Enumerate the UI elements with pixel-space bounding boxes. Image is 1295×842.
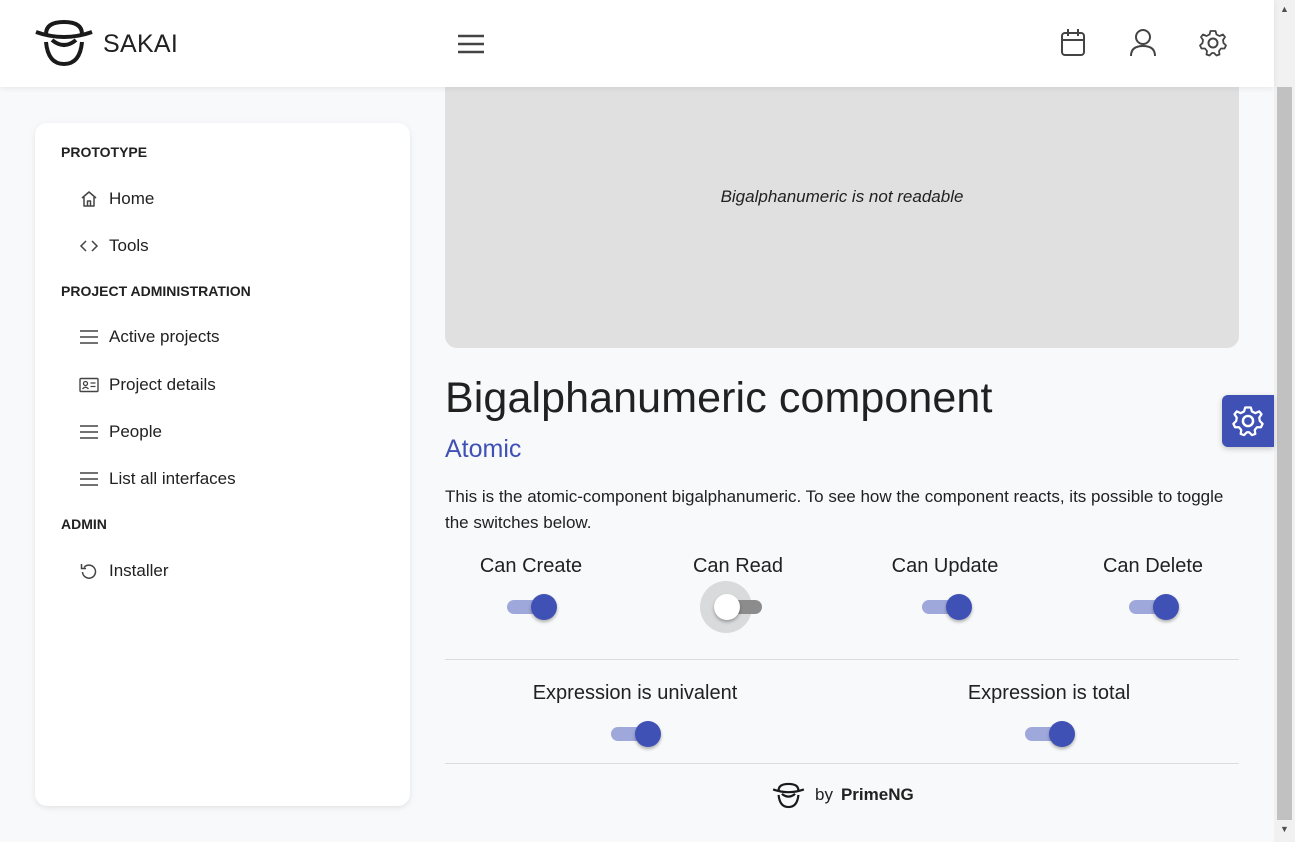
sidebar-item-people[interactable]: People [79, 417, 379, 447]
expression-total-group: Expression is total [899, 682, 1199, 705]
topbar: SAKAI [0, 0, 1274, 87]
footer: by PrimeNG [772, 780, 914, 810]
can-delete-group: Can Delete [1053, 555, 1253, 578]
sidebar: PROTOTYPE Home Tools PROJECT ADMINISTRAT… [35, 123, 410, 806]
calendar-icon[interactable] [1058, 27, 1088, 59]
sakai-logo-icon[interactable] [34, 20, 94, 66]
refresh-icon [79, 561, 99, 581]
toggle-knob [1153, 594, 1179, 620]
expression-total-label: Expression is total [967, 682, 1131, 704]
sidebar-item-label: Tools [109, 236, 149, 255]
scrollbar-thumb[interactable] [1277, 87, 1292, 820]
config-button[interactable] [1222, 395, 1274, 447]
sidebar-item-label: List all interfaces [109, 469, 236, 488]
toggle-knob [714, 594, 740, 620]
toggle-knob [531, 594, 557, 620]
sidebar-item-tools[interactable]: Tools [79, 231, 379, 261]
user-icon[interactable] [1128, 27, 1158, 59]
can-update-group: Can Update [845, 555, 1045, 578]
sidebar-item-active-projects[interactable]: Active projects [79, 322, 379, 352]
sidebar-item-label: Project details [109, 375, 216, 394]
scroll-down-arrow-icon[interactable]: ▼ [1274, 824, 1295, 838]
sidebar-item-project-details[interactable]: Project details [79, 370, 379, 400]
sidebar-item-label: Active projects [109, 327, 220, 346]
home-icon [79, 189, 99, 209]
can-create-label: Can Create [479, 555, 583, 577]
toggle-knob [1049, 721, 1075, 747]
expression-total-toggle[interactable] [1025, 721, 1075, 747]
can-update-label: Can Update [891, 555, 999, 577]
component-preview: Bigalphanumeric is not readable [445, 87, 1239, 348]
can-read-toggle[interactable] [714, 594, 762, 620]
sidebar-section-admin: ADMIN [61, 516, 107, 532]
bars-icon [79, 422, 99, 442]
hamburger-menu-icon[interactable] [455, 29, 487, 59]
footer-primeng-text: PrimeNG [840, 785, 914, 804]
expression-univalent-toggle[interactable] [611, 721, 661, 747]
scroll-up-arrow-icon[interactable]: ▲ [1274, 4, 1295, 18]
expression-univalent-label: Expression is univalent [532, 682, 738, 704]
sidebar-item-home[interactable]: Home [79, 184, 379, 214]
bars-icon [79, 327, 99, 347]
bars-icon [79, 469, 99, 489]
component-description: This is the atomic-component bigalphanum… [445, 487, 1224, 532]
expression-univalent-group: Expression is univalent [485, 682, 785, 705]
can-create-group: Can Create [431, 555, 631, 578]
id-card-icon [79, 375, 99, 395]
primeng-logo-icon [772, 782, 805, 808]
can-delete-label: Can Delete [1102, 555, 1204, 577]
sidebar-item-label: People [109, 422, 162, 441]
sidebar-item-list-all-interfaces[interactable]: List all interfaces [79, 464, 379, 494]
page-subtitle: Atomic [445, 435, 522, 463]
sidebar-section-project-administration: PROJECT ADMINISTRATION [61, 283, 251, 299]
can-read-label: Can Read [692, 555, 784, 577]
gear-icon[interactable] [1198, 27, 1228, 59]
preview-message: Bigalphanumeric is not readable [720, 187, 964, 206]
can-delete-toggle[interactable] [1129, 594, 1179, 620]
toggle-knob [946, 594, 972, 620]
toggle-knob [635, 721, 661, 747]
divider [445, 659, 1239, 660]
can-update-toggle[interactable] [922, 594, 972, 620]
can-create-toggle[interactable] [507, 594, 557, 620]
divider [445, 763, 1239, 764]
code-icon [79, 236, 99, 256]
footer-by-text: by [815, 785, 833, 804]
brand-name[interactable]: SAKAI [103, 30, 178, 59]
gear-icon [1232, 406, 1264, 437]
page-scrollbar[interactable]: ▲ ▼ [1274, 0, 1295, 842]
can-read-group: Can Read [638, 555, 838, 578]
page-title: Bigalphanumeric component [445, 374, 993, 422]
sidebar-item-label: Installer [109, 561, 169, 580]
sidebar-item-installer[interactable]: Installer [79, 556, 379, 586]
sidebar-item-label: Home [109, 189, 155, 208]
sidebar-section-prototype: PROTOTYPE [61, 144, 148, 160]
